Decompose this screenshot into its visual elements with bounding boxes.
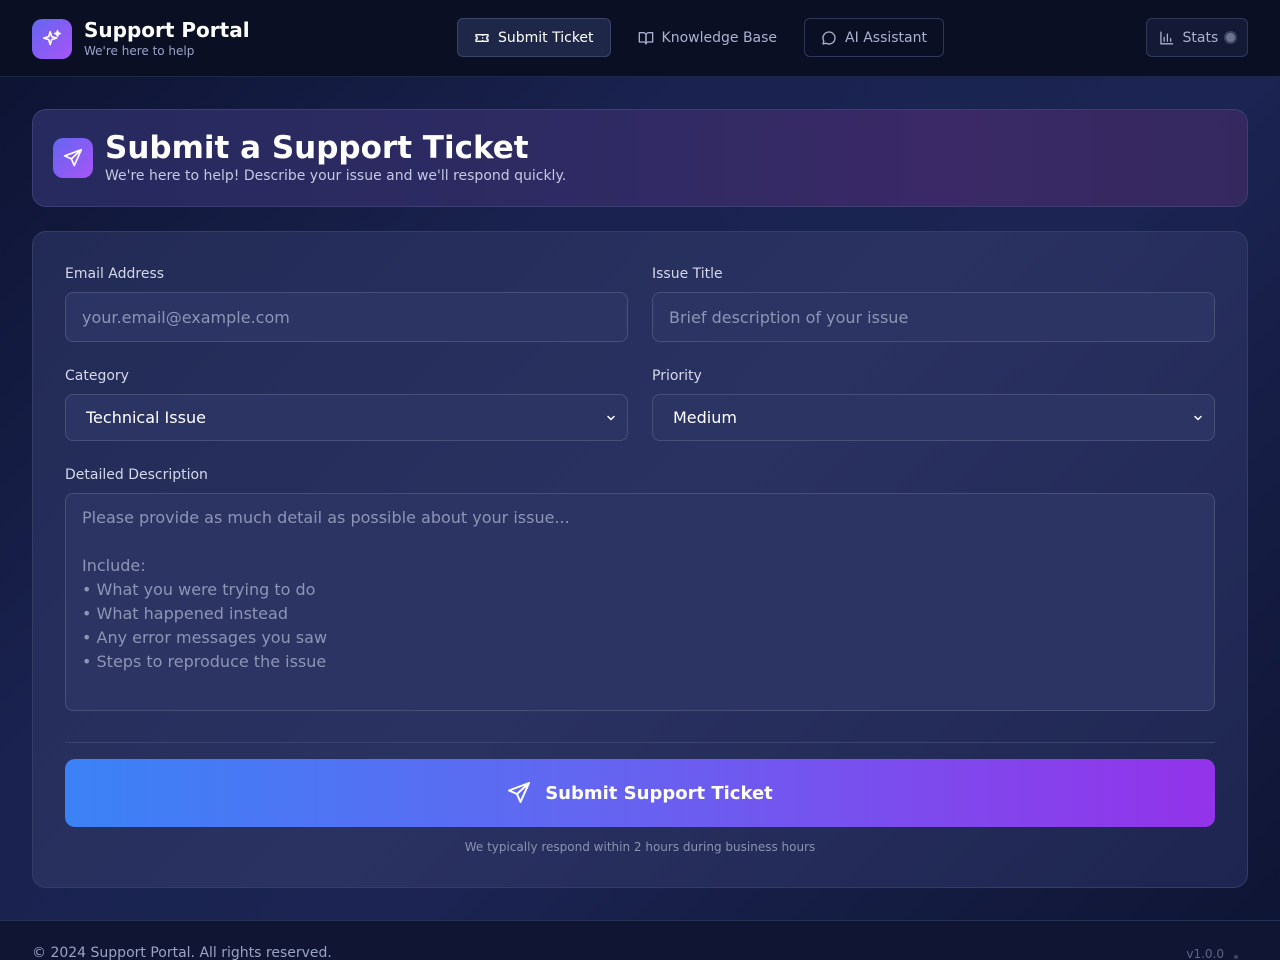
stats-label: Stats [1182, 29, 1219, 46]
page-title: Submit a Support Ticket [105, 130, 529, 166]
email-field[interactable] [65, 292, 628, 342]
category-label: Category [65, 368, 129, 384]
issue-title-field[interactable] [652, 292, 1215, 342]
copyright-text: © 2024 Support Portal. All rights reserv… [32, 945, 332, 960]
nav-submit-ticket[interactable]: Submit Ticket [457, 18, 611, 57]
send-icon [53, 138, 93, 178]
priority-value: Medium [673, 408, 737, 427]
nav-knowledge-base[interactable]: Knowledge Base [621, 18, 795, 57]
description-label: Detailed Description [65, 467, 208, 483]
page-hero: Submit a Support Ticket We're here to he… [32, 109, 1248, 207]
priority-label: Priority [652, 368, 702, 384]
response-time-note: We typically respond within 2 hours duri… [464, 840, 816, 854]
nav-submit-ticket-label: Submit Ticket [498, 29, 594, 46]
chevron-down-icon [1194, 415, 1202, 421]
brand-title: Support Portal [84, 18, 250, 42]
divider [65, 742, 1215, 743]
brand-subtitle: We're here to help [84, 44, 195, 58]
top-header: Support Portal We're here to help Submit… [0, 0, 1280, 77]
bar-chart-icon [1160, 31, 1174, 44]
category-value: Technical Issue [86, 408, 206, 427]
nav-ai-assistant-label: AI Assistant [845, 29, 927, 46]
page-footer: © 2024 Support Portal. All rights reserv… [0, 920, 1280, 960]
stats-button[interactable]: Stats [1146, 18, 1248, 57]
brand[interactable]: Support Portal We're here to help [32, 18, 250, 59]
nav-knowledge-base-label: Knowledge Base [661, 29, 778, 46]
category-select[interactable]: Technical Issue [65, 394, 628, 441]
description-field[interactable] [65, 493, 1215, 711]
chat-icon [822, 30, 836, 45]
ticket-form: Email Address Issue Title Category Techn… [32, 231, 1248, 888]
version-label: v1.0.0 [1186, 947, 1224, 960]
main-nav: Submit Ticket Knowledge Base AI Assistan… [457, 18, 954, 57]
nav-ai-assistant[interactable]: AI Assistant [804, 18, 944, 57]
submit-ticket-label: Submit Support Ticket [545, 782, 773, 804]
chevron-down-icon [607, 415, 615, 421]
status-dot [1234, 955, 1238, 959]
status-indicator [1226, 33, 1235, 42]
email-label: Email Address [65, 266, 165, 282]
issue-title-label: Issue Title [652, 266, 723, 282]
send-icon [508, 782, 531, 803]
submit-ticket-button[interactable]: Submit Support Ticket [65, 759, 1215, 827]
book-icon [638, 31, 653, 45]
ticket-icon [475, 33, 489, 42]
priority-select[interactable]: Medium [652, 394, 1215, 441]
sparkles-icon [32, 18, 72, 59]
page-subtitle: We're here to help! Describe your issue … [105, 168, 567, 184]
